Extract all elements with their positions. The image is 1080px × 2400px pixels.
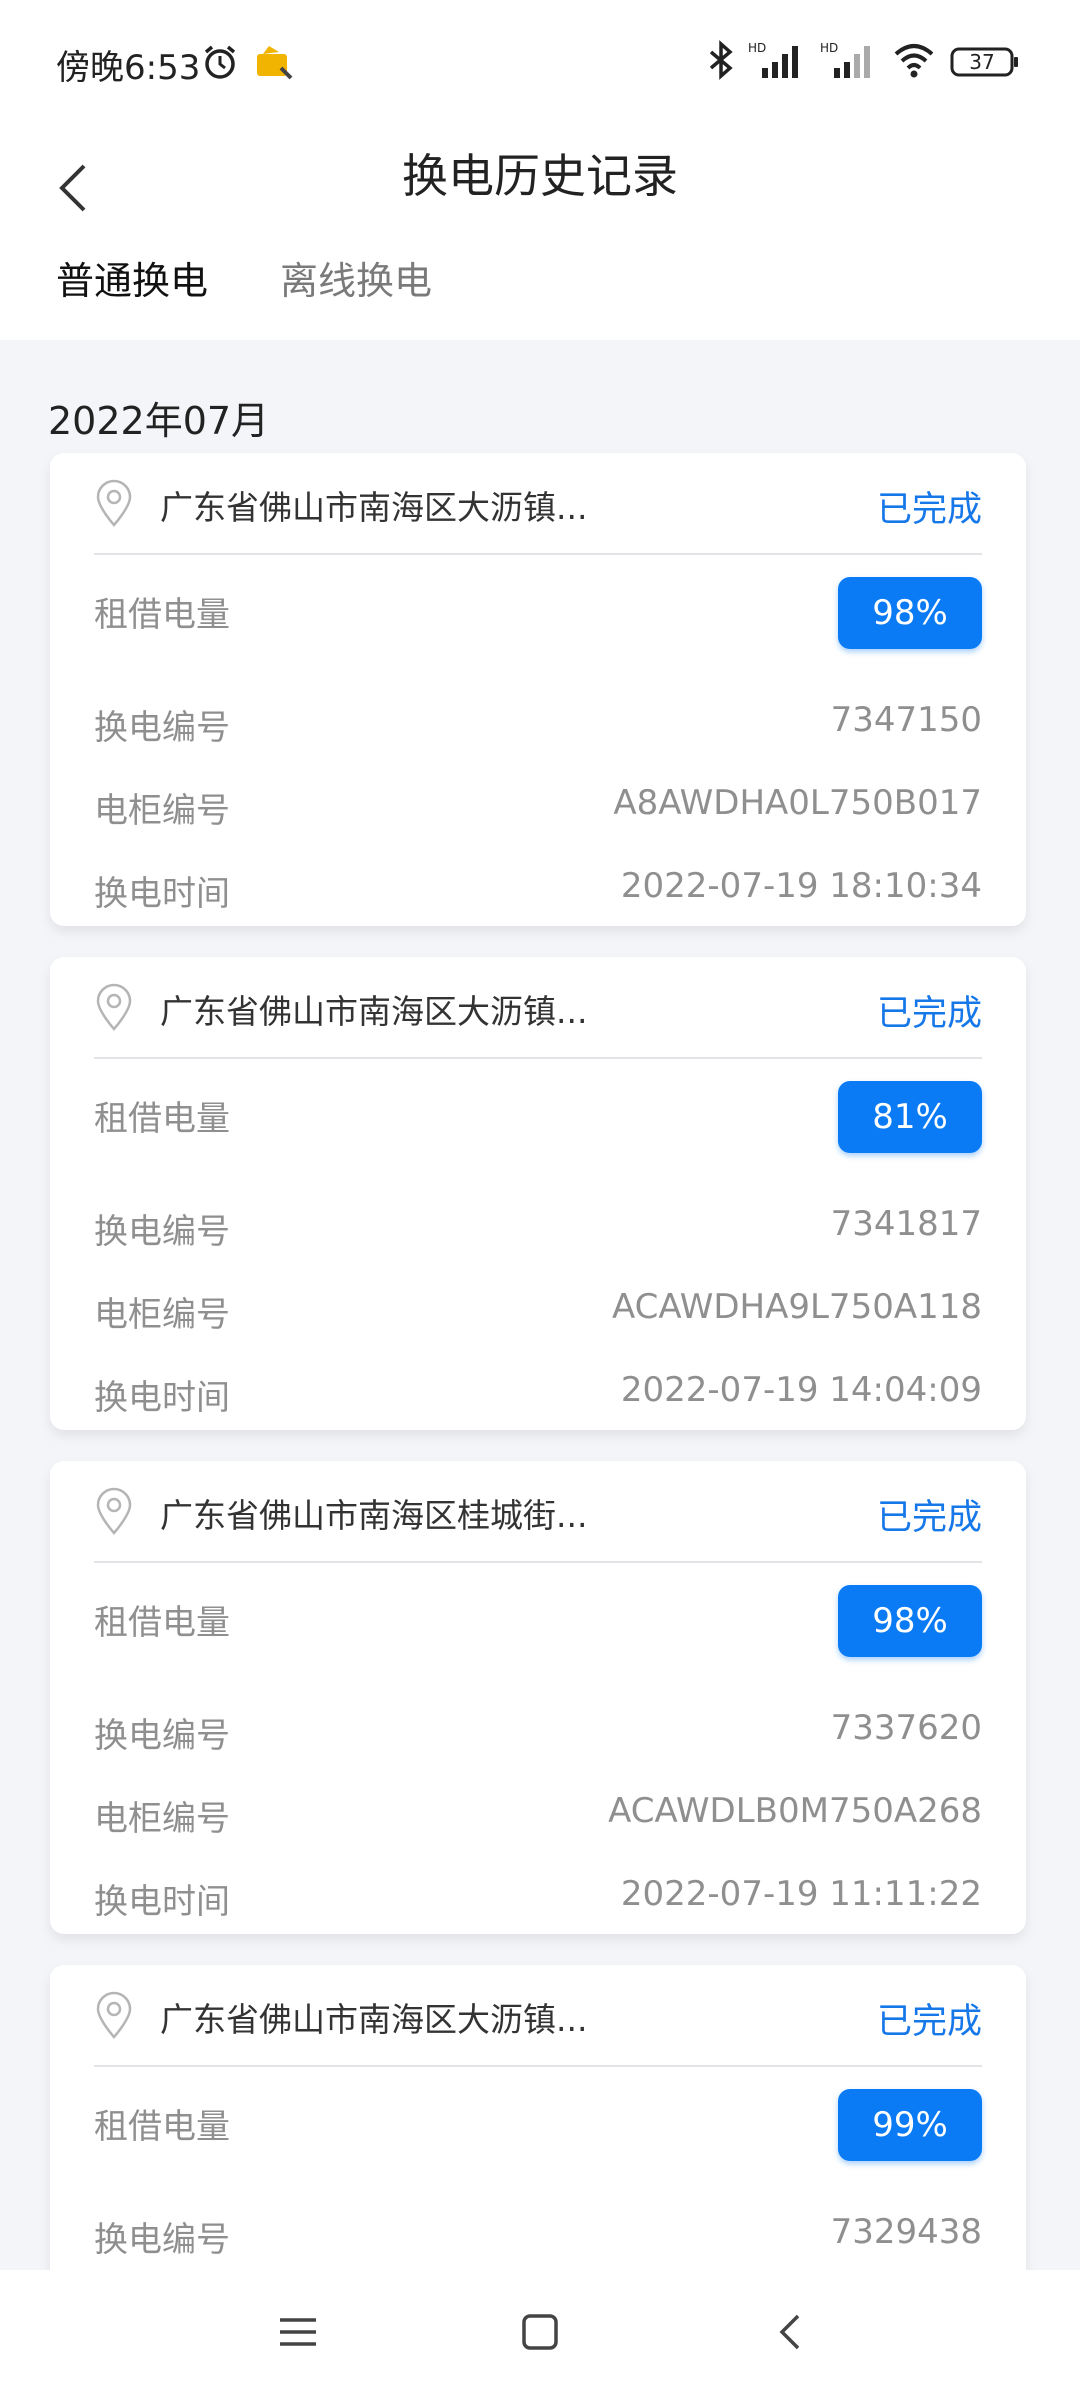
rent-charge-value: 99%	[838, 2089, 982, 2161]
battery-icon: 37	[950, 45, 1020, 79]
record-card[interactable]: 广东省佛山市南海区大沥镇... 已完成 租借电量 99% 换电编号 732943…	[50, 1965, 1026, 2270]
cabinet-number-label: 电柜编号	[94, 1295, 230, 1335]
card-header: 广东省佛山市南海区大沥镇... 已完成	[94, 453, 982, 555]
record-list: 2022年07月 广东省佛山市南海区大沥镇... 已完成 租借电量 98% 换电…	[0, 340, 1080, 2270]
hd-signal-icon: HD	[820, 40, 878, 84]
cabinet-number-label: 电柜编号	[94, 1799, 230, 1839]
rent-charge-value: 98%	[838, 1585, 982, 1657]
rent-charge-label: 租借电量	[94, 1099, 230, 1139]
location-pin-icon	[94, 983, 134, 1035]
app-notification-icon	[255, 44, 295, 84]
rent-charge-label: 租借电量	[94, 2107, 230, 2147]
rent-charge-value: 98%	[838, 577, 982, 649]
rent-charge-label: 租借电量	[94, 595, 230, 635]
record-card[interactable]: 广东省佛山市南海区桂城街... 已完成 租借电量 98% 换电编号 733762…	[50, 1461, 1026, 1934]
swap-number-row: 换电编号 7337620	[94, 1698, 982, 1758]
tab-offline-swap[interactable]: 离线换电	[280, 250, 432, 305]
card-header: 广东省佛山市南海区桂城街... 已完成	[94, 1461, 982, 1563]
back-icon[interactable]	[768, 2310, 812, 2358]
status-badge: 已完成	[876, 2002, 982, 2042]
tab-bar: 普通换电 离线换电	[56, 250, 432, 305]
rent-charge-row: 租借电量 81%	[94, 1081, 982, 1153]
bluetooth-icon	[708, 40, 734, 84]
record-card[interactable]: 广东省佛山市南海区大沥镇... 已完成 租借电量 98% 换电编号 734715…	[50, 453, 1026, 926]
rent-charge-label: 租借电量	[94, 1603, 230, 1643]
swap-number-row: 换电编号 7341817	[94, 1194, 982, 1254]
rent-charge-row: 租借电量 98%	[94, 1585, 982, 1657]
swap-time-row: 换电时间 2022-07-19 14:04:09	[94, 1360, 982, 1420]
cabinet-number-value: ACAWDLB0M750A268	[608, 1791, 982, 1831]
status-badge: 已完成	[876, 490, 982, 530]
swap-time-row: 换电时间 2022-07-19 11:11:22	[94, 1864, 982, 1924]
cabinet-number-value: ACAWDHA9L750A118	[611, 1287, 982, 1327]
alarm-icon	[200, 42, 240, 86]
cabinet-number-label: 电柜编号	[94, 791, 230, 831]
status-time: 傍晚6:53	[56, 48, 201, 88]
station-address: 广东省佛山市南海区大沥镇...	[160, 992, 588, 1031]
swap-time-row: 换电时间 2022-07-19 18:10:34	[94, 856, 982, 916]
swap-number-value: 7341817	[830, 1204, 982, 1244]
swap-number-row: 换电编号 7329438	[94, 2202, 982, 2262]
swap-number-value: 7337620	[830, 1708, 982, 1748]
station-address: 广东省佛山市南海区大沥镇...	[160, 2000, 588, 2039]
swap-number-value: 7329438	[830, 2212, 982, 2252]
card-header: 广东省佛山市南海区大沥镇... 已完成	[94, 957, 982, 1059]
swap-time-value: 2022-07-19 14:04:09	[620, 1370, 982, 1410]
swap-time-value: 2022-07-19 11:11:22	[620, 1874, 982, 1914]
location-pin-icon	[94, 1487, 134, 1539]
location-pin-icon	[94, 479, 134, 531]
station-address: 广东省佛山市南海区大沥镇...	[160, 488, 588, 527]
cabinet-number-value: A8AWDHA0L750B017	[613, 783, 982, 823]
swap-time-label: 换电时间	[94, 1378, 230, 1418]
cabinet-number-row: 电柜编号 ACAWDHA9L750A118	[94, 1277, 982, 1337]
swap-number-label: 换电编号	[94, 1716, 230, 1756]
rent-charge-row: 租借电量 99%	[94, 2089, 982, 2161]
menu-icon[interactable]	[276, 2310, 320, 2358]
rent-charge-row: 租借电量 98%	[94, 577, 982, 649]
location-pin-icon	[94, 1991, 134, 2043]
page-title: 换电历史记录	[402, 149, 678, 203]
month-heading: 2022年07月	[48, 399, 270, 443]
swap-number-label: 换电编号	[94, 2220, 230, 2260]
station-address: 广东省佛山市南海区桂城街...	[160, 1496, 588, 1535]
system-nav-bar	[0, 2270, 1080, 2400]
hd-signal-icon: HD	[748, 40, 806, 84]
status-badge: 已完成	[876, 1498, 982, 1538]
svg-text:HD: HD	[820, 41, 838, 55]
battery-level: 37	[969, 50, 995, 74]
swap-time-label: 换电时间	[94, 1882, 230, 1922]
wifi-icon	[892, 40, 936, 84]
swap-number-label: 换电编号	[94, 1212, 230, 1252]
swap-time-value: 2022-07-19 18:10:34	[620, 866, 982, 906]
record-card[interactable]: 广东省佛山市南海区大沥镇... 已完成 租借电量 81% 换电编号 734181…	[50, 957, 1026, 1430]
card-header: 广东省佛山市南海区大沥镇... 已完成	[94, 1965, 982, 2067]
svg-text:HD: HD	[748, 41, 766, 55]
tab-normal-swap[interactable]: 普通换电	[56, 250, 208, 305]
swap-time-label: 换电时间	[94, 874, 230, 914]
cabinet-number-row: 电柜编号 A8AWDHA0L750B017	[94, 773, 982, 833]
status-badge: 已完成	[876, 994, 982, 1034]
rent-charge-value: 81%	[838, 1081, 982, 1153]
home-icon[interactable]	[518, 2310, 562, 2358]
cabinet-number-row: 电柜编号 ACAWDLB0M750A268	[94, 1781, 982, 1841]
swap-number-value: 7347150	[830, 700, 982, 740]
status-bar: 傍晚6:53 HD HD 37	[0, 0, 1080, 120]
swap-number-row: 换电编号 7347150	[94, 690, 982, 750]
header: 换电历史记录 普通换电 离线换电	[0, 120, 1080, 340]
swap-number-label: 换电编号	[94, 708, 230, 748]
